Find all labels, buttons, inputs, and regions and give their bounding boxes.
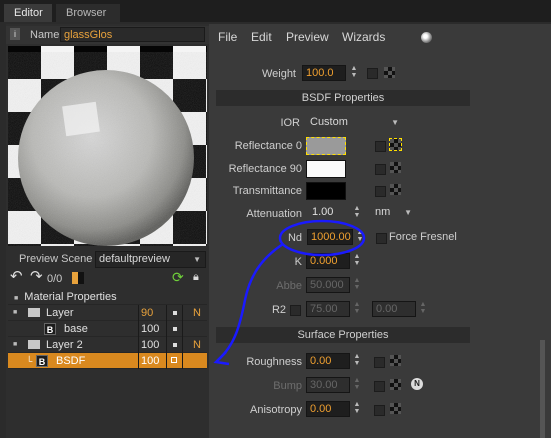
annotation-arrow-head [213,351,230,366]
annotation-arrow-line [217,242,284,361]
annotation-overlay [213,219,366,366]
annotation-circle [278,219,366,257]
